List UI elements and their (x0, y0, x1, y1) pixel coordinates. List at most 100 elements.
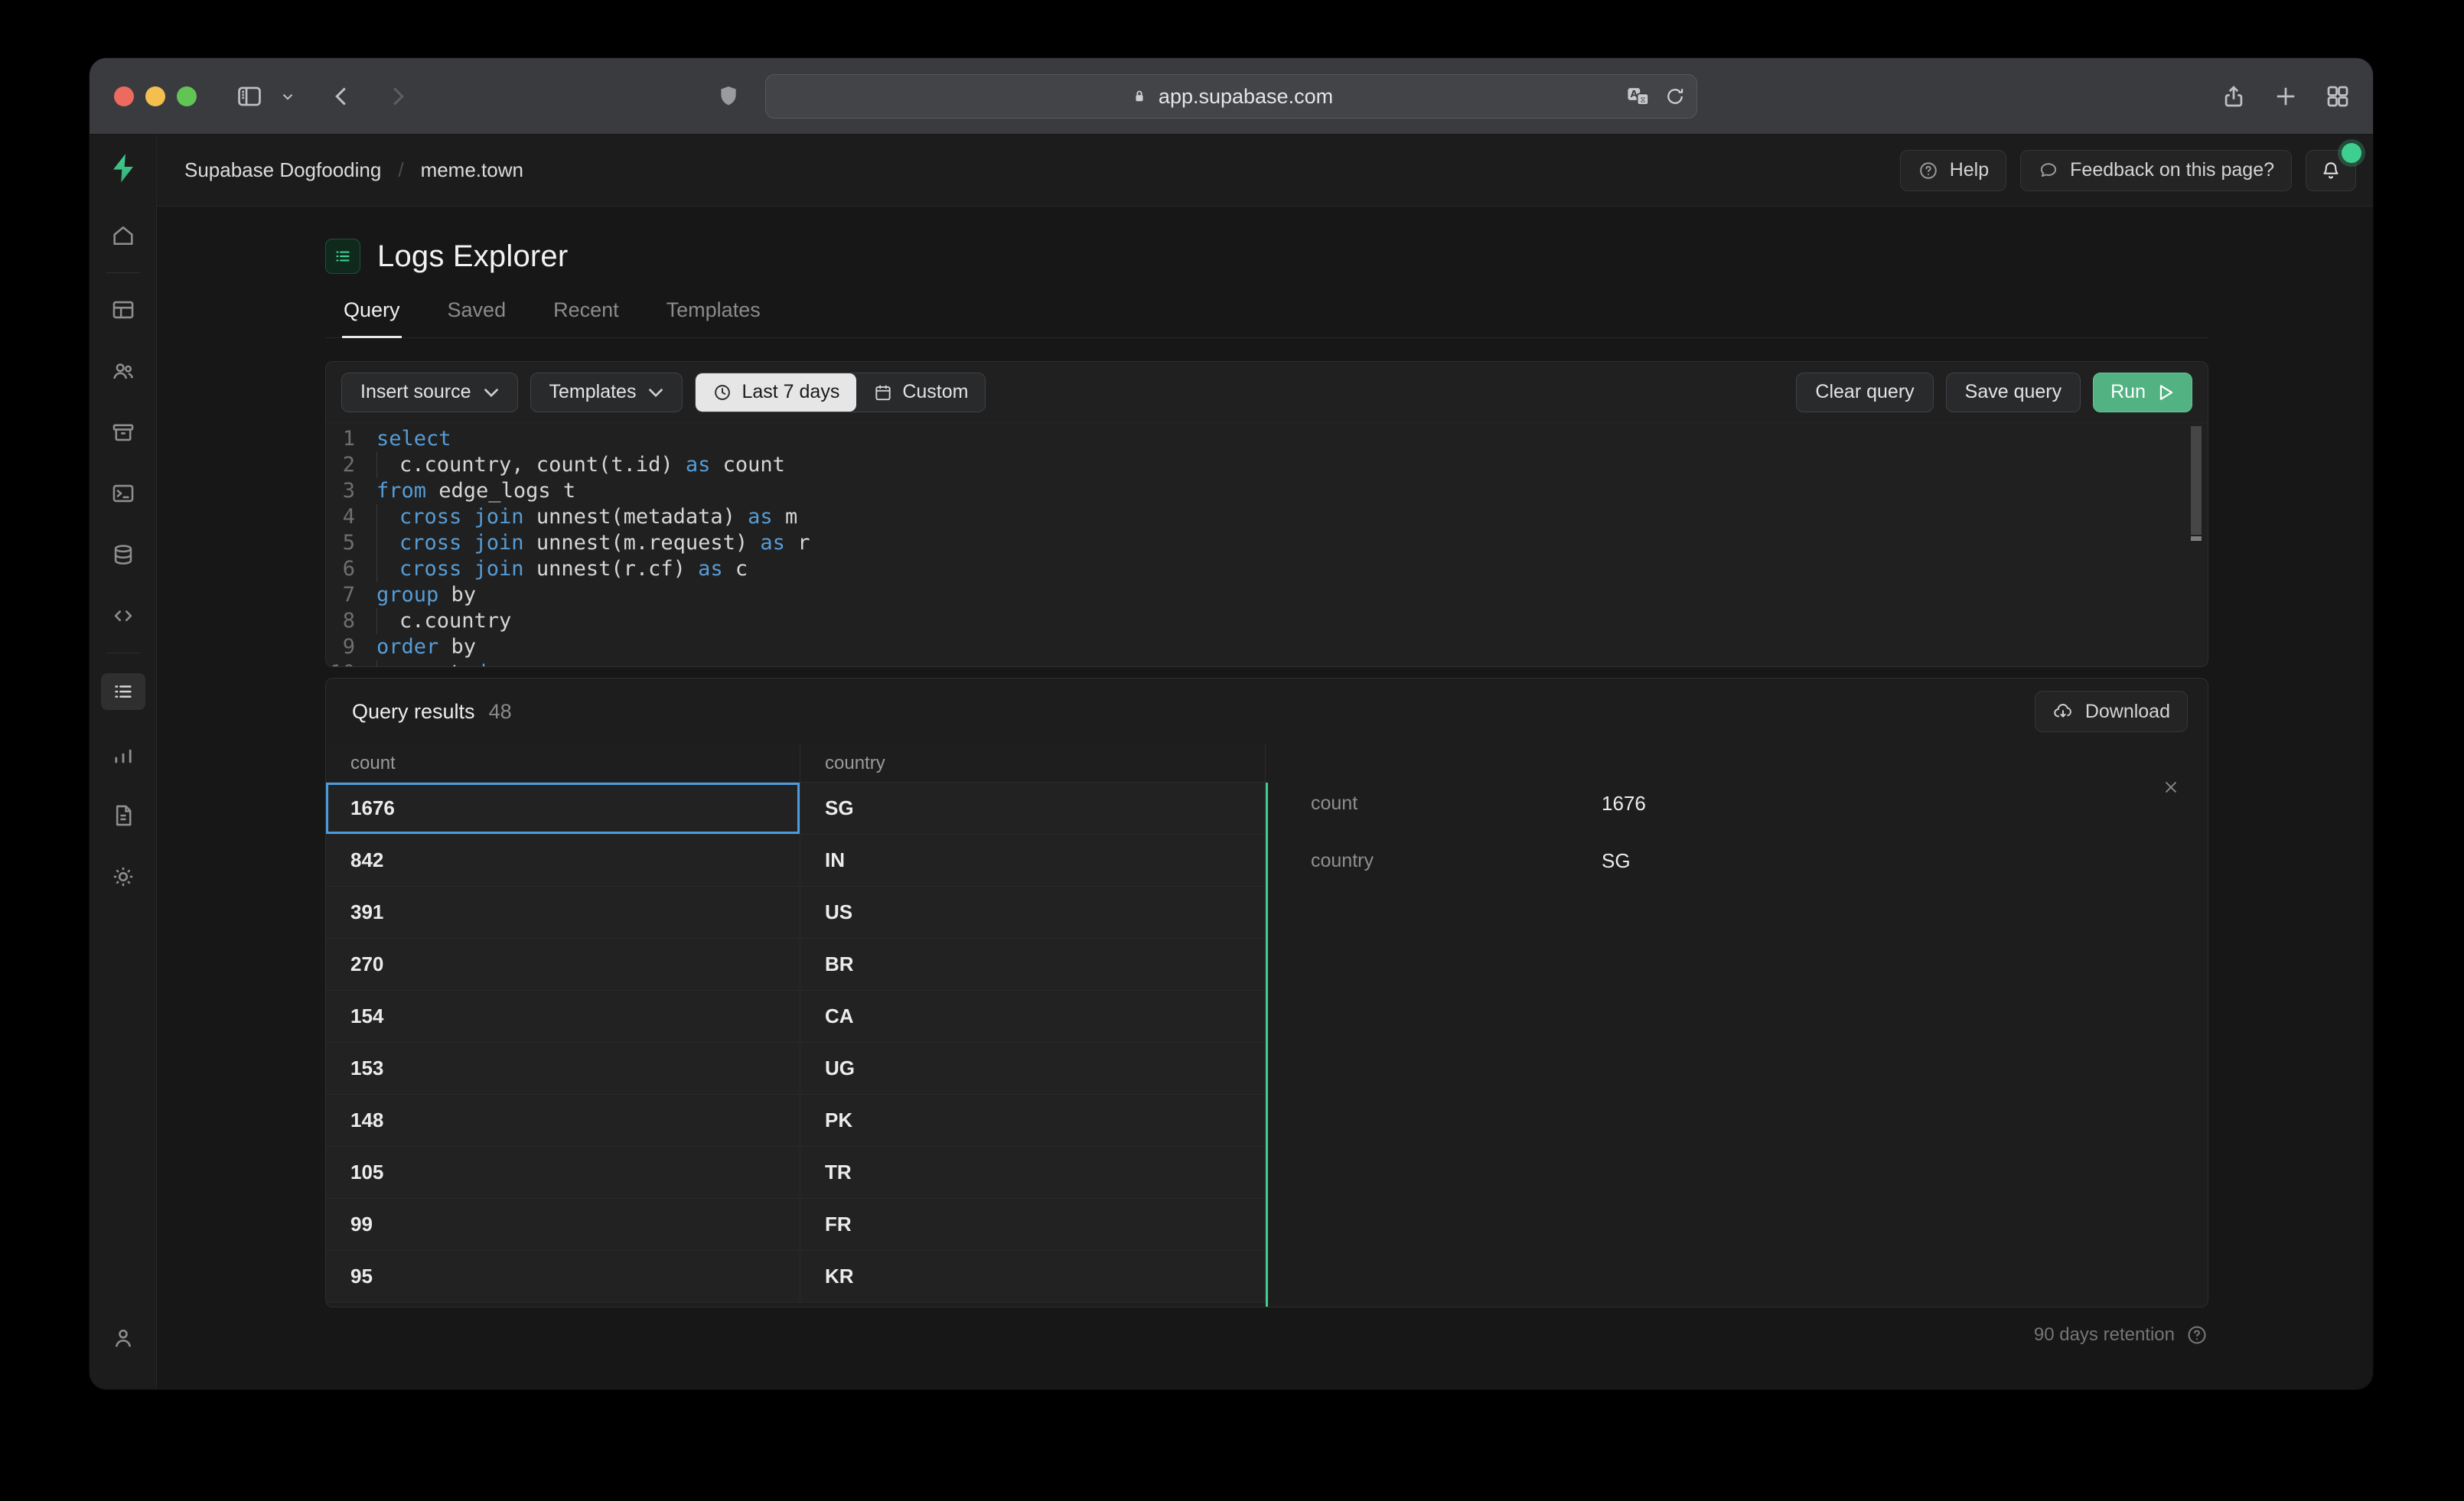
cell-country[interactable]: US (800, 887, 1266, 938)
cell-count[interactable]: 148 (326, 1095, 800, 1146)
templates-button[interactable]: Templates (530, 372, 683, 412)
minimize-window-button[interactable] (145, 86, 165, 106)
tab-templates[interactable]: Templates (665, 298, 762, 337)
line-number: 5 (342, 531, 355, 555)
line-number: 6 (342, 557, 355, 581)
sidebar-toggle-icon[interactable] (235, 82, 264, 111)
line-code: cross join unnest(m.request) as r (376, 530, 810, 556)
line-code: cross join unnest(r.cf) as c (376, 556, 748, 582)
close-window-button[interactable] (114, 86, 134, 106)
table-row[interactable]: 148 PK (326, 1095, 1266, 1147)
cell-country[interactable]: PK (800, 1095, 1266, 1146)
table-row[interactable]: 842 IN (326, 835, 1266, 887)
cell-count[interactable]: 153 (326, 1043, 800, 1094)
insert-source-label: Insert source (360, 381, 471, 402)
forward-icon[interactable] (383, 83, 411, 110)
home-icon[interactable] (90, 205, 157, 266)
cell-count[interactable]: 1676 (326, 783, 800, 834)
results-panel: Query results 48 Download count country … (325, 678, 2208, 1307)
save-query-button[interactable]: Save query (1945, 372, 2081, 412)
docs-icon[interactable] (90, 785, 157, 846)
download-button[interactable]: Download (2034, 691, 2188, 732)
download-label: Download (2084, 700, 2170, 722)
feedback-button[interactable]: Feedback on this page? (2020, 149, 2292, 191)
new-tab-icon[interactable] (2272, 83, 2299, 110)
column-header-count: count (326, 744, 800, 782)
table-row[interactable]: 1676 SG (326, 783, 1266, 835)
help-button[interactable]: Help (1899, 149, 2007, 191)
tab-query[interactable]: Query (342, 298, 402, 338)
auth-users-icon[interactable] (90, 340, 157, 402)
sql-editor[interactable]: 1 select 2 c.country, count(t.id) as count 3… (326, 423, 2208, 666)
account-icon[interactable] (90, 1307, 157, 1369)
line-code: from edge_logs t (376, 479, 576, 503)
clear-query-button[interactable]: Clear query (1796, 372, 1934, 412)
line-code: group by (376, 583, 477, 607)
editor-scrollbar[interactable] (2191, 426, 2202, 541)
tab-overview-icon[interactable] (2324, 83, 2352, 110)
footer: 90 days retention (325, 1320, 2208, 1350)
cell-count[interactable]: 105 (326, 1147, 800, 1198)
notifications-button[interactable] (2306, 142, 2361, 191)
table-row[interactable]: 154 CA (326, 991, 1266, 1043)
url-bar[interactable]: app.supabase.com A ⧖ (765, 74, 1697, 119)
cell-country[interactable]: CA (800, 991, 1266, 1042)
query-toolbar: Insert source Templates Last 7 days Cust… (326, 362, 2208, 423)
run-button[interactable]: Run (2093, 372, 2192, 412)
cell-count[interactable]: 842 (326, 835, 800, 886)
cell-country[interactable]: TR (800, 1147, 1266, 1198)
table-row[interactable]: 95 KR (326, 1251, 1266, 1303)
tab-recent[interactable]: Recent (552, 298, 621, 337)
detail-row: country SG (1311, 849, 2208, 872)
reports-icon[interactable] (90, 724, 157, 785)
table-row[interactable]: 153 UG (326, 1043, 1266, 1095)
breadcrumb-project[interactable]: meme.town (421, 158, 523, 182)
insert-source-button[interactable]: Insert source (341, 372, 518, 412)
table-row[interactable]: 105 TR (326, 1147, 1266, 1199)
editor-line: 7 group by (326, 582, 2208, 608)
table-row[interactable]: 391 US (326, 887, 1266, 939)
table-row[interactable]: 270 BR (326, 939, 1266, 991)
line-number: 3 (342, 479, 355, 503)
sql-editor-icon[interactable] (90, 463, 157, 524)
cell-country[interactable]: IN (800, 835, 1266, 886)
share-icon[interactable] (2220, 83, 2247, 110)
table-row[interactable]: 99 FR (326, 1199, 1266, 1251)
cell-country[interactable]: KR (800, 1251, 1266, 1302)
cell-count[interactable]: 95 (326, 1251, 800, 1302)
cell-country[interactable]: UG (800, 1043, 1266, 1094)
translate-icon[interactable]: A ⧖ (1626, 85, 1652, 108)
cell-country[interactable]: FR (800, 1199, 1266, 1250)
cell-country[interactable]: SG (800, 783, 1266, 834)
lock-icon (1136, 90, 1143, 102)
sidebar (90, 135, 157, 1389)
storage-icon[interactable] (90, 402, 157, 463)
reload-icon[interactable] (1664, 86, 1686, 107)
tab-saved[interactable]: Saved (446, 298, 508, 337)
svg-text:⧖: ⧖ (1640, 96, 1645, 105)
breadcrumb-org[interactable]: Supabase Dogfooding (184, 158, 381, 182)
database-icon[interactable] (90, 524, 157, 585)
line-code: count desc (376, 660, 524, 666)
supabase-logo[interactable] (106, 151, 140, 185)
cell-count[interactable]: 391 (326, 887, 800, 938)
help-circle-icon[interactable] (2185, 1324, 2208, 1346)
cell-country[interactable]: BR (800, 939, 1266, 990)
detail-label: count (1311, 792, 1358, 814)
back-icon[interactable] (328, 83, 356, 110)
cell-count[interactable]: 154 (326, 991, 800, 1042)
table-editor-icon[interactable] (90, 279, 157, 340)
close-icon[interactable] (2162, 778, 2180, 796)
last-7-days-segment[interactable]: Last 7 days (696, 373, 857, 412)
cell-count[interactable]: 99 (326, 1199, 800, 1250)
calendar-icon (875, 385, 891, 400)
custom-range-segment[interactable]: Custom (856, 373, 985, 412)
line-code: c.country (376, 608, 511, 634)
api-code-icon[interactable] (90, 585, 157, 646)
cell-count[interactable]: 270 (326, 939, 800, 990)
logs-explorer-icon[interactable] (90, 659, 157, 724)
chevron-down-icon[interactable] (279, 88, 296, 105)
shield-icon[interactable] (715, 82, 741, 111)
settings-icon[interactable] (90, 846, 157, 907)
zoom-window-button[interactable] (177, 86, 197, 106)
